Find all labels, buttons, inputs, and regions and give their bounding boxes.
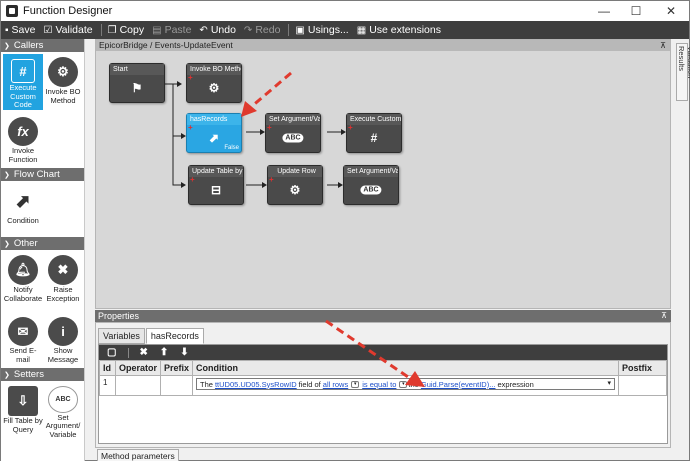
invoke-bo-icon: ⚙: [289, 183, 301, 197]
node-invoke-bo-method[interactable]: Invoke BO Method + ⚙: [186, 63, 242, 103]
arrowhead: [177, 81, 182, 87]
cell-operator[interactable]: [114, 375, 162, 396]
update-table-icon: ⊟: [210, 183, 222, 197]
column-header-postfix[interactable]: Postfix: [618, 360, 667, 376]
arrowhead: [181, 182, 186, 188]
properties-header: Properties ⊼: [95, 310, 671, 322]
node-set-argument-1[interactable]: Set Argument/Vari + ABC: [265, 113, 321, 153]
field-link[interactable]: ttUD05.UD05.SysRowID: [215, 380, 297, 389]
tab-method-parameters[interactable]: Method parameters: [97, 449, 179, 461]
cell-condition[interactable]: The ttUD05.UD05.SysRowID field of all ro…: [192, 375, 619, 396]
rows-link[interactable]: all rows: [323, 380, 348, 389]
abc-icon: ABC: [360, 185, 382, 195]
connector-to-hasrecords: [172, 84, 182, 137]
add-icon[interactable]: +: [348, 123, 353, 132]
add-icon[interactable]: +: [188, 73, 193, 82]
move-down-icon[interactable]: ⬇: [180, 347, 188, 358]
node-set-argument-2[interactable]: Set Argument/Vari ABC: [343, 165, 399, 205]
node-execute-custom-code[interactable]: Execute Custom Co + #: [346, 113, 402, 153]
delete-row-icon[interactable]: ✖: [139, 347, 147, 358]
new-row-icon[interactable]: ▢: [107, 347, 116, 358]
function-designer-window: Function Designer — ☐ ✕ ▪ Save ☑ Validate …: [0, 0, 690, 461]
invoke-bo-icon: ⚙: [208, 81, 220, 95]
dropdown-icon[interactable]: ▾: [399, 380, 408, 388]
toolbar-divider: [128, 347, 130, 358]
node-update-table-by-query[interactable]: Update Table by Q + ⊟: [188, 165, 244, 205]
tab-variables[interactable]: Variables: [98, 328, 145, 344]
node-hasrecords[interactable]: hasRecords + ⬈ False: [186, 113, 242, 153]
column-header-prefix[interactable]: Prefix: [160, 360, 194, 376]
node-start[interactable]: Start ⚑: [109, 63, 165, 103]
add-icon[interactable]: +: [269, 175, 274, 184]
condition-icon: ⬈: [208, 131, 220, 145]
grid-toolbar: ▢ ✖ ⬆ ⬇: [99, 345, 667, 360]
abc-icon: ABC: [282, 133, 304, 143]
chevron-down-icon[interactable]: ▾: [607, 379, 611, 387]
condition-editor[interactable]: The ttUD05.UD05.SysRowID field of all ro…: [196, 378, 615, 390]
properties-panel: Variables hasRecords ▢ ✖ ⬆ ⬇ Id Operator…: [95, 322, 671, 448]
move-up-icon[interactable]: ⬆: [160, 347, 168, 358]
dropdown-icon[interactable]: ▾: [351, 380, 360, 388]
pin-icon[interactable]: ⊼: [661, 310, 667, 322]
validation-results-tab[interactable]: Validation Results: [676, 43, 690, 101]
conditions-table: Id Operator Prefix Condition Postfix 1 T…: [99, 360, 667, 396]
cell-id[interactable]: 1: [99, 375, 116, 396]
expression-link[interactable]: Guid.Parse(eventID)...: [421, 380, 496, 389]
add-icon[interactable]: +: [267, 123, 272, 132]
connector-to-updtable: [172, 116, 182, 186]
conditions-grid: ▢ ✖ ⬆ ⬇ Id Operator Prefix Condition Pos…: [98, 344, 668, 444]
operator-link[interactable]: is equal to: [362, 380, 396, 389]
column-header-condition[interactable]: Condition: [192, 360, 619, 376]
cell-prefix[interactable]: [160, 375, 194, 396]
flag-icon: ⚑: [131, 81, 143, 95]
properties-tabs: Variables hasRecords: [98, 328, 205, 344]
column-header-id[interactable]: Id: [99, 360, 116, 376]
add-icon[interactable]: +: [190, 175, 195, 184]
cell-postfix[interactable]: [618, 375, 667, 396]
tab-hasrecords[interactable]: hasRecords: [145, 328, 204, 344]
node-update-row[interactable]: Update Row + ⚙: [267, 165, 323, 205]
column-header-operator[interactable]: Operator: [114, 360, 162, 376]
table-row[interactable]: 1 The ttUD05.UD05.SysRowID field of all …: [99, 375, 667, 396]
hash-icon: #: [370, 131, 378, 145]
add-icon[interactable]: +: [188, 123, 193, 132]
